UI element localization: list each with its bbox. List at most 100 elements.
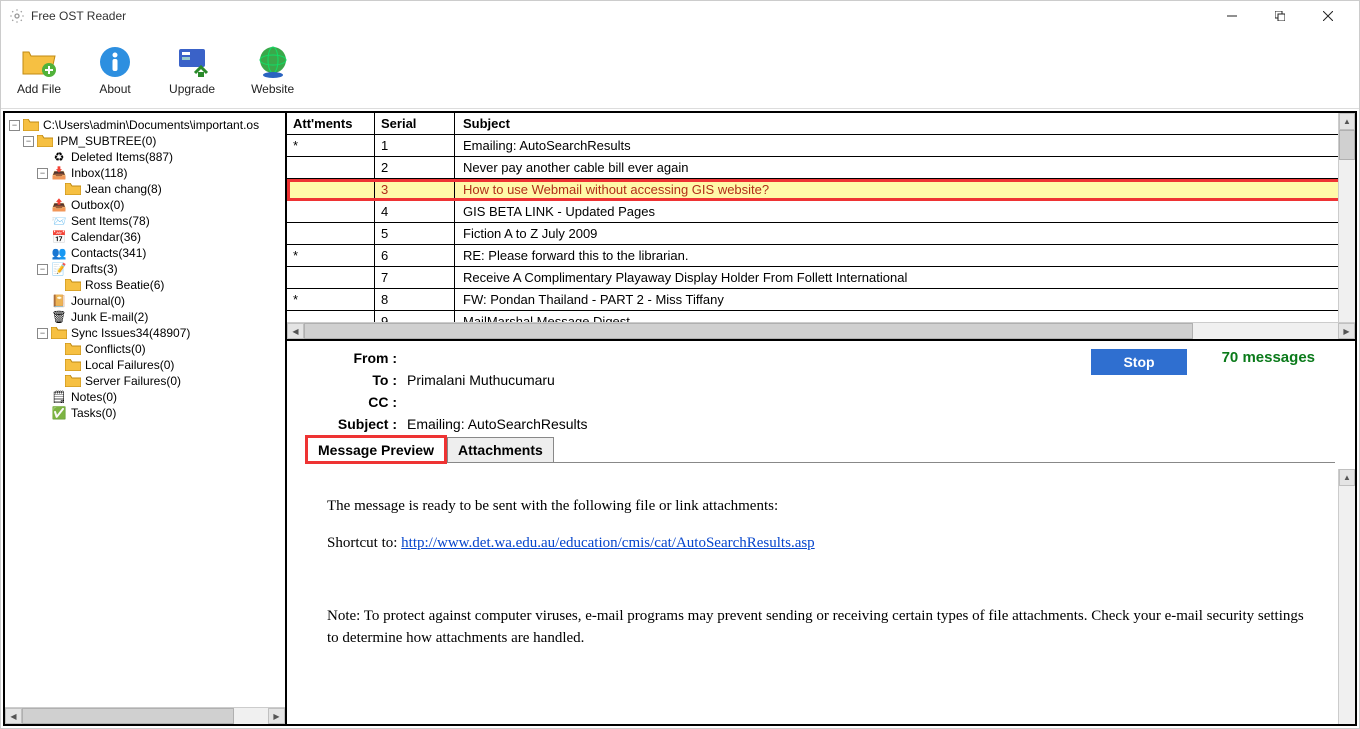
- right-pane: Att'ments Serial Subject *1Emailing: Aut…: [287, 113, 1355, 724]
- tree-outbox[interactable]: 📤Outbox(0): [7, 197, 283, 213]
- tree-hscroll[interactable]: ◀ ▶: [5, 707, 285, 724]
- tab-message-preview[interactable]: Message Preview: [307, 437, 445, 462]
- preview-shortcut: Shortcut to: http://www.det.wa.edu.au/ed…: [327, 532, 1315, 555]
- expander-icon[interactable]: −: [37, 168, 48, 179]
- scroll-up-icon[interactable]: ▲: [1339, 469, 1355, 486]
- message-row[interactable]: 4GIS BETA LINK - Updated Pages: [287, 201, 1355, 223]
- tree-deleted[interactable]: ♻Deleted Items(887): [7, 149, 283, 165]
- col-serial[interactable]: Serial: [375, 113, 455, 134]
- cc-label: CC :: [307, 394, 397, 410]
- cell-serial: 9: [375, 311, 455, 322]
- cell-att: [287, 157, 375, 178]
- message-list: Att'ments Serial Subject *1Emailing: Aut…: [287, 113, 1355, 341]
- message-row[interactable]: 2Never pay another cable bill ever again: [287, 157, 1355, 179]
- expander-icon[interactable]: −: [37, 264, 48, 275]
- tree-jean[interactable]: Jean chang(8): [7, 181, 283, 197]
- folder-tree[interactable]: −C:\Users\admin\Documents\important.os −…: [5, 113, 287, 724]
- stop-button[interactable]: Stop: [1091, 349, 1187, 375]
- tree-drafts[interactable]: −📝Drafts(3): [7, 261, 283, 277]
- window-controls: [1209, 2, 1351, 30]
- cell-att: [287, 179, 375, 200]
- scroll-track[interactable]: [304, 323, 1338, 339]
- cell-serial: 5: [375, 223, 455, 244]
- message-row[interactable]: 9MailMarshal Message Digest: [287, 311, 1355, 322]
- folder-tree-body[interactable]: −C:\Users\admin\Documents\important.os −…: [5, 113, 285, 707]
- tree-sync[interactable]: −Sync Issues34(48907): [7, 325, 283, 341]
- scroll-left-icon[interactable]: ◀: [5, 708, 22, 724]
- scroll-right-icon[interactable]: ▶: [1338, 323, 1355, 339]
- message-row[interactable]: *6RE: Please forward this to the librari…: [287, 245, 1355, 267]
- tree-tasks[interactable]: ✅Tasks(0): [7, 405, 283, 421]
- tree-sent[interactable]: 📨Sent Items(78): [7, 213, 283, 229]
- tree-inbox[interactable]: −📥Inbox(118): [7, 165, 283, 181]
- tree-journal[interactable]: 📔Journal(0): [7, 293, 283, 309]
- app-window: Free OST Reader Add File About Upgrade: [0, 0, 1360, 729]
- upgrade-label: Upgrade: [169, 82, 215, 96]
- detail-tabs: Message Preview Attachments: [307, 437, 1335, 463]
- maximize-button[interactable]: [1257, 2, 1303, 30]
- msglist-vscroll[interactable]: ▲: [1338, 113, 1355, 322]
- cell-serial: 6: [375, 245, 455, 266]
- tree-ross[interactable]: Ross Beatie(6): [7, 277, 283, 293]
- inbox-icon: 📥: [51, 166, 67, 180]
- scroll-thumb[interactable]: [22, 708, 234, 724]
- add-file-button[interactable]: Add File: [17, 44, 61, 96]
- about-button[interactable]: About: [97, 44, 133, 96]
- message-row[interactable]: 3How to use Webmail without accessing GI…: [287, 179, 1355, 201]
- tree-junk[interactable]: 🗑Junk E-mail(2): [7, 309, 283, 325]
- scroll-left-icon[interactable]: ◀: [287, 323, 304, 339]
- preview-link[interactable]: http://www.det.wa.edu.au/education/cmis/…: [401, 535, 815, 551]
- expander-icon[interactable]: −: [9, 120, 20, 131]
- outbox-icon: 📤: [51, 198, 67, 212]
- minimize-button[interactable]: [1209, 2, 1255, 30]
- cell-att: [287, 201, 375, 222]
- globe-icon: [255, 44, 291, 80]
- recycle-icon: ♻: [51, 150, 67, 164]
- website-button[interactable]: Website: [251, 44, 294, 96]
- window-title: Free OST Reader: [31, 9, 1209, 23]
- message-rows: *1Emailing: AutoSearchResults2Never pay …: [287, 135, 1355, 322]
- col-subject[interactable]: Subject: [455, 113, 1355, 134]
- tree-calendar[interactable]: 📅Calendar(36): [7, 229, 283, 245]
- to-label: To :: [307, 372, 397, 388]
- msglist-hscroll[interactable]: ◀ ▶: [287, 322, 1355, 339]
- folder-icon: [65, 182, 81, 196]
- preview-vscroll[interactable]: ▲: [1338, 469, 1355, 724]
- tree-localf[interactable]: Local Failures(0): [7, 357, 283, 373]
- col-attachments[interactable]: Att'ments: [287, 113, 375, 134]
- folder-icon: [65, 342, 81, 356]
- tree-notes[interactable]: 🗒Notes(0): [7, 389, 283, 405]
- detail-header: Stop 70 messages From : To :Primalani Mu…: [287, 341, 1355, 469]
- to-value: Primalani Muthucumaru: [407, 372, 555, 388]
- expander-icon[interactable]: −: [37, 328, 48, 339]
- cell-serial: 8: [375, 289, 455, 310]
- message-row[interactable]: *1Emailing: AutoSearchResults: [287, 135, 1355, 157]
- close-button[interactable]: [1305, 2, 1351, 30]
- cell-att: [287, 267, 375, 288]
- scroll-up-icon[interactable]: ▲: [1339, 113, 1355, 130]
- cell-att: *: [287, 289, 375, 310]
- tree-root[interactable]: −C:\Users\admin\Documents\important.os: [7, 117, 283, 133]
- scroll-right-icon[interactable]: ▶: [268, 708, 285, 724]
- message-row[interactable]: 7Receive A Complimentary Playaway Displa…: [287, 267, 1355, 289]
- message-row[interactable]: *8FW: Pondan Thailand - PART 2 - Miss Ti…: [287, 289, 1355, 311]
- folder-icon: [65, 358, 81, 372]
- expander-icon[interactable]: −: [23, 136, 34, 147]
- tab-attachments[interactable]: Attachments: [447, 437, 554, 462]
- cell-subject: GIS BETA LINK - Updated Pages: [455, 201, 1355, 222]
- tree-ipm[interactable]: −IPM_SUBTREE(0): [7, 133, 283, 149]
- cell-serial: 4: [375, 201, 455, 222]
- upgrade-button[interactable]: Upgrade: [169, 44, 215, 96]
- cell-serial: 3: [375, 179, 455, 200]
- scroll-track[interactable]: [22, 708, 268, 724]
- subject-value: Emailing: AutoSearchResults: [407, 416, 588, 432]
- junk-icon: 🗑: [51, 310, 67, 324]
- tree-serverf[interactable]: Server Failures(0): [7, 373, 283, 389]
- scroll-thumb[interactable]: [1339, 130, 1355, 160]
- tree-conflicts[interactable]: Conflicts(0): [7, 341, 283, 357]
- message-row[interactable]: 5Fiction A to Z July 2009: [287, 223, 1355, 245]
- scroll-thumb[interactable]: [304, 323, 1193, 339]
- journal-icon: 📔: [51, 294, 67, 308]
- calendar-icon: 📅: [51, 230, 67, 244]
- tree-contacts[interactable]: 👥Contacts(341): [7, 245, 283, 261]
